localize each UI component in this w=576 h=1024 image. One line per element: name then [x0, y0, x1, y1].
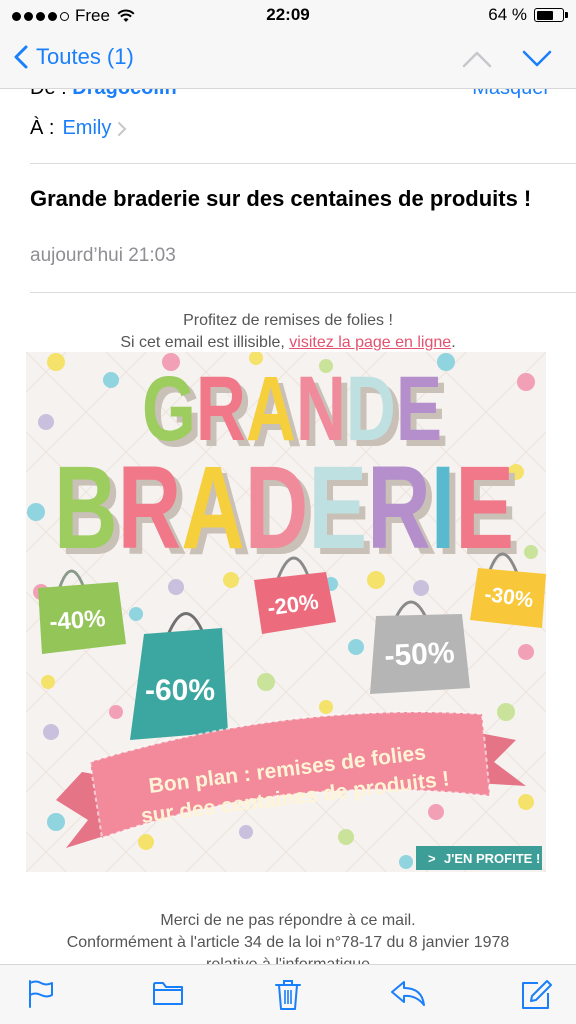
cta-label: J'EN PROFITE ! — [444, 851, 540, 866]
trash-icon[interactable] — [274, 979, 302, 1011]
promo-ribbon: Bon plan : remises de folies sur des cen… — [56, 711, 526, 848]
message-subject: Grande braderie sur des centaines de pro… — [30, 186, 532, 211]
flag-icon[interactable] — [26, 979, 54, 1009]
discount-40: -40% — [49, 605, 107, 636]
view-online-link[interactable]: visitez la page en ligne — [289, 334, 451, 351]
previous-message-icon[interactable] — [462, 50, 492, 68]
illegible-suffix: . — [451, 334, 456, 351]
folder-icon[interactable] — [152, 979, 184, 1007]
back-button-label: Toutes (1) — [36, 44, 134, 69]
message-date: aujourd’hui 21:03 — [30, 245, 176, 266]
next-message-icon[interactable] — [522, 50, 552, 68]
from-row: De : Dragocolin Masquer — [30, 89, 550, 100]
cta-button[interactable]: > J'EN PROFITE ! — [416, 846, 542, 870]
title-line-2: BRADERIE — [54, 442, 514, 574]
chevron-right-icon — [118, 121, 127, 136]
discount-60: -60% — [145, 674, 215, 707]
discount-50: -50% — [384, 636, 456, 673]
status-bar: Free 22:09 64 % — [0, 0, 576, 30]
hide-details-link[interactable]: Masquer — [472, 89, 550, 100]
email-preheader: Profitez de remises de folies ! Si cet e… — [0, 310, 576, 354]
shopping-bag-icon: -60% — [130, 612, 228, 740]
intro-text: Profitez de remises de folies ! — [183, 312, 393, 329]
promo-banner[interactable]: GRANDE GRANDE BRADERIE BRADERIE -40% -20… — [26, 352, 546, 872]
footer-line-1: Merci de ne pas répondre à ce mail. — [160, 912, 416, 929]
navigation-bar: Toutes (1) — [0, 30, 576, 89]
to-label: À : — [30, 117, 55, 139]
battery-icon — [534, 8, 568, 22]
shopping-bag-icon: -50% — [370, 600, 470, 694]
banner-title: GRANDE GRANDE BRADERIE BRADERIE — [54, 358, 520, 580]
chevron-left-icon — [14, 45, 28, 69]
divider — [30, 163, 576, 164]
back-button[interactable]: Toutes (1) — [14, 44, 134, 70]
to-row: À : Emily — [30, 117, 127, 140]
compose-icon[interactable] — [520, 979, 552, 1011]
message-header: De : Dragocolin Masquer À : Emily Grande… — [0, 89, 576, 293]
divider — [30, 292, 576, 293]
illegible-line: Si cet email est illisible, visitez la p… — [0, 332, 576, 354]
sender-name[interactable]: Dragocolin — [72, 89, 176, 99]
battery-status: 64 % — [488, 5, 568, 25]
from-label: De : — [30, 89, 67, 99]
banner-image: GRANDE GRANDE BRADERIE BRADERIE -40% -20… — [26, 352, 546, 872]
recipient-name[interactable]: Emily — [62, 117, 111, 140]
shopping-bag-icon: -40% — [38, 569, 126, 654]
cta-arrow-icon: > — [428, 851, 436, 866]
footer-line-2: Conformément à l'article 34 de la loi n°… — [66, 934, 510, 951]
illegible-text: Si cet email est illisible, — [120, 334, 290, 351]
battery-percent: 64 % — [488, 5, 527, 24]
reply-icon[interactable] — [390, 979, 426, 1007]
bottom-toolbar — [0, 964, 576, 1024]
